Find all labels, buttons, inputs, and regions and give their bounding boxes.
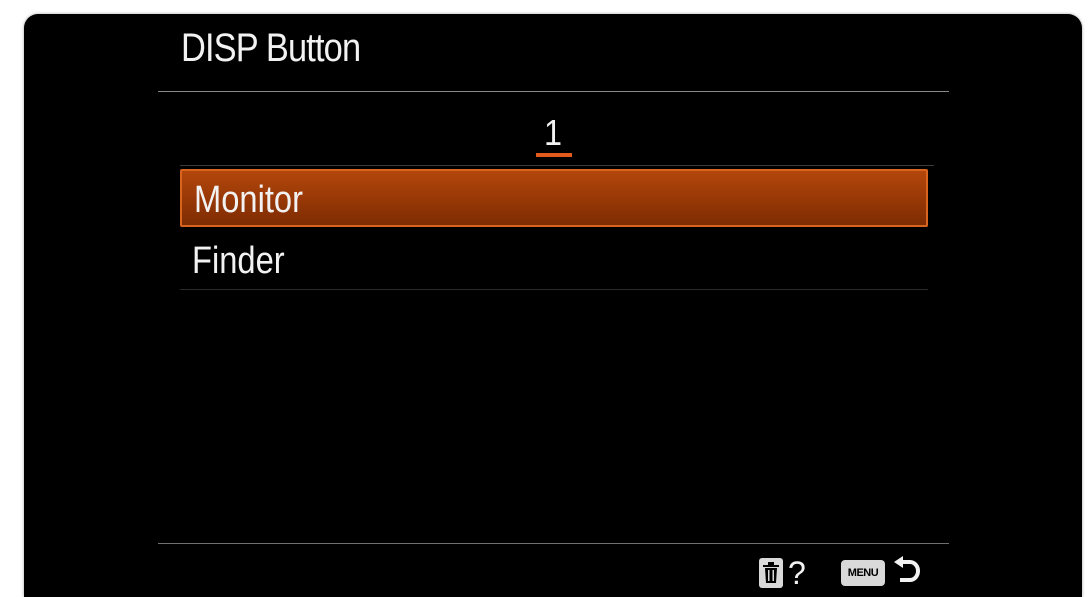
title-divider xyxy=(158,91,949,92)
footer-divider xyxy=(158,543,949,544)
tab-divider xyxy=(180,165,934,166)
page-tab-1[interactable]: 1 xyxy=(536,112,570,154)
page-title: DISP Button xyxy=(181,26,361,70)
back-arrow-icon[interactable] xyxy=(892,556,922,595)
help-icon[interactable]: ? xyxy=(788,554,806,592)
menu-item-finder[interactable]: Finder xyxy=(180,232,928,290)
footer-bar: ? MENU xyxy=(24,554,1082,594)
menu-button[interactable]: MENU xyxy=(841,560,885,586)
camera-menu-screen: DISP Button 1 Monitor Finder ? MENU xyxy=(24,14,1082,597)
menu-item-monitor[interactable]: Monitor xyxy=(180,169,928,227)
page-tab-indicator xyxy=(536,153,572,157)
menu-item-label: Finder xyxy=(192,240,285,282)
trash-icon[interactable] xyxy=(759,558,783,588)
menu-item-label: Monitor xyxy=(194,179,303,221)
